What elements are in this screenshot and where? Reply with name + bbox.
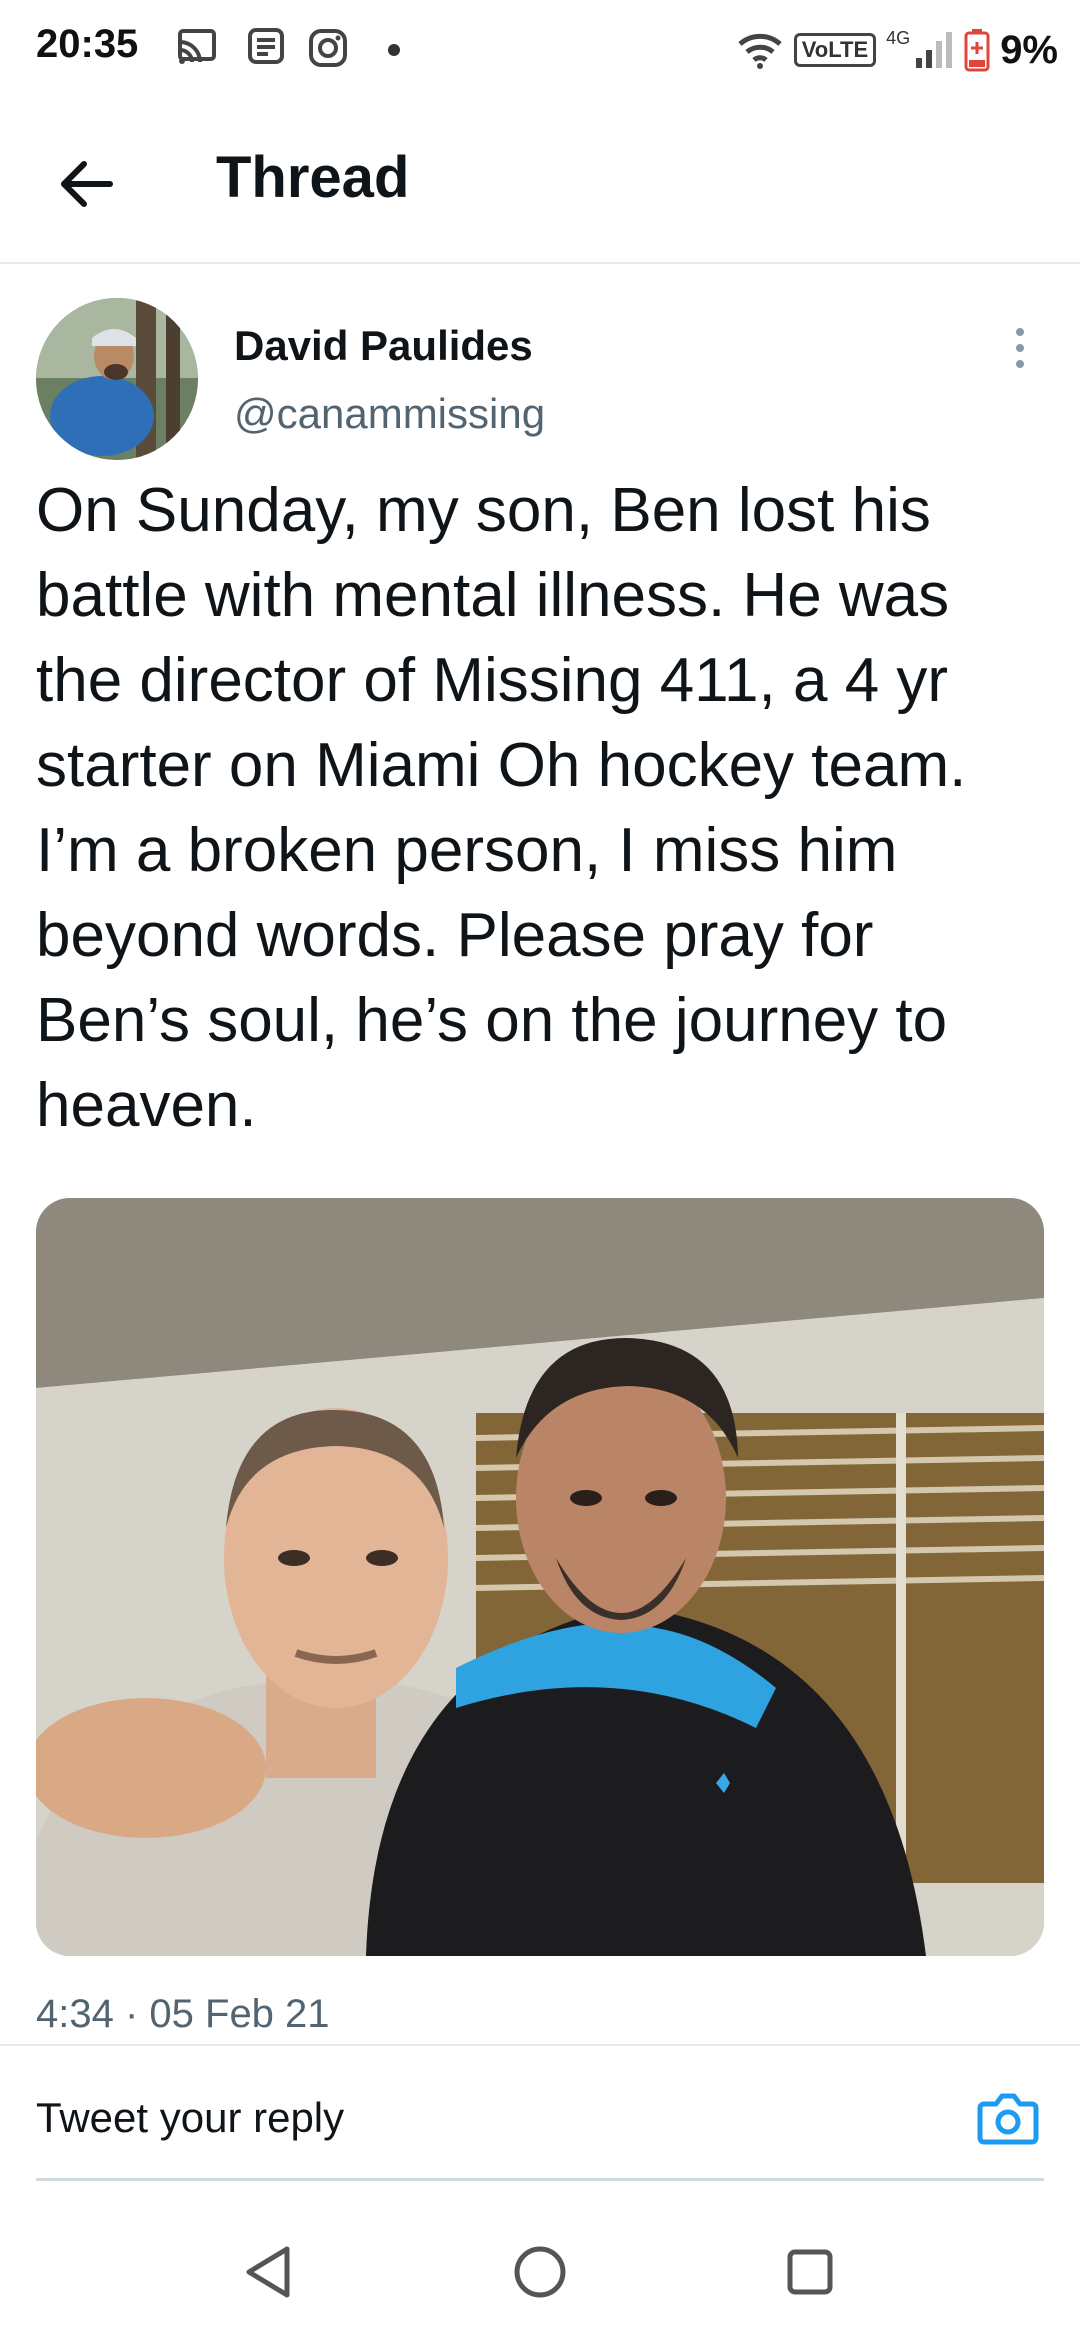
cast-icon (178, 29, 216, 64)
tweet-photo[interactable] (36, 1198, 1044, 1956)
signal-icon (916, 32, 953, 68)
tweet-text: On Sunday, my son, Ben lost his battle w… (36, 476, 967, 1140)
network-type: 4G (886, 27, 911, 48)
battery-low-icon (964, 29, 990, 72)
reply-bar: Tweet your reply (0, 2044, 1080, 2180)
back-triangle-icon (246, 2246, 290, 2298)
recents-square-icon (787, 2249, 833, 2295)
nav-back-button[interactable] (236, 2240, 300, 2304)
photo-image (36, 1198, 1044, 1956)
more-vertical-icon (1016, 328, 1024, 336)
camera-icon (977, 2093, 1039, 2145)
camera-button[interactable] (976, 2090, 1040, 2146)
status-time: 20:35 (36, 22, 139, 66)
wifi-icon (738, 33, 782, 69)
more-options-button[interactable] (1002, 318, 1038, 378)
more-dot (1016, 344, 1024, 352)
status-right-group: VoLTE 4G 9% (736, 22, 1058, 78)
page-title: Thread (216, 145, 410, 210)
nav-home-button[interactable] (508, 2240, 572, 2304)
system-nav-bar (0, 2200, 1080, 2340)
more-dot (1016, 360, 1024, 368)
back-button[interactable] (50, 148, 122, 220)
home-circle-icon (514, 2246, 566, 2298)
battery-percent: 9% (1000, 27, 1058, 72)
thread-header: Thread (0, 100, 1080, 264)
tweet-timestamp: 4:34 · 05 Feb 21 (36, 1992, 330, 2036)
reply-divider (36, 2178, 1044, 2181)
reply-input[interactable]: Tweet your reply (36, 2094, 344, 2142)
author-handle[interactable]: @canammissing (234, 390, 545, 438)
instagram-icon (309, 29, 347, 67)
status-bar: 20:35 VoLTE 4G 9% (0, 0, 1080, 100)
volte-badge: VoLTE (793, 33, 877, 67)
message-icon (248, 28, 284, 64)
nav-recents-button[interactable] (778, 2240, 842, 2304)
notification-dot (388, 44, 400, 56)
arrow-left-icon (61, 161, 113, 207)
author-avatar[interactable] (36, 298, 198, 460)
author-name[interactable]: David Paulides (234, 322, 533, 370)
avatar-image (36, 298, 198, 460)
